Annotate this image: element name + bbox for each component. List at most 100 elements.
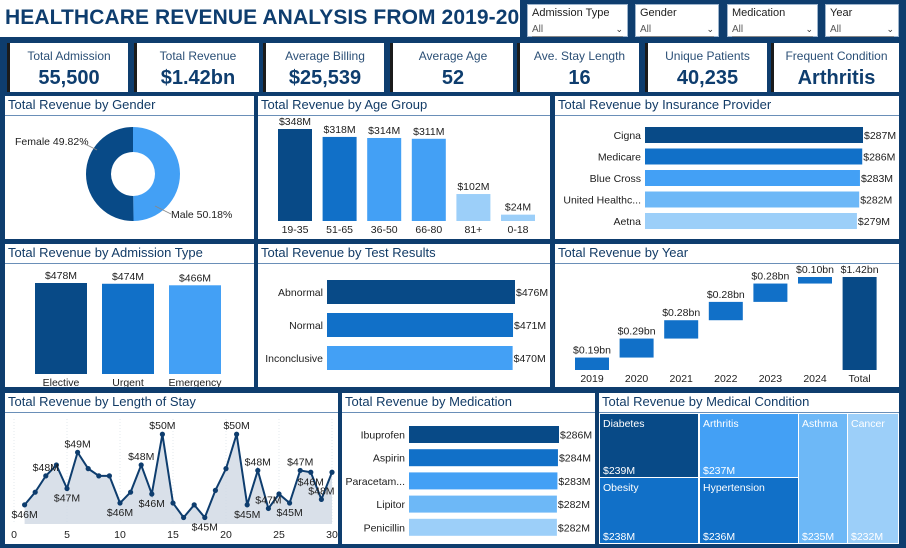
panel-year: Total Revenue by Year $0.19bn 2019 $0.29bn… [555, 244, 899, 387]
x-tick-label: 2023 [759, 373, 783, 385]
data-label: $318M [324, 124, 356, 136]
data-point [96, 473, 102, 479]
x-tick-label: 2021 [670, 373, 694, 385]
chevron-down-icon[interactable]: ⌄ [706, 24, 714, 35]
data-label: $49M [64, 438, 90, 450]
x-tick-label: 25 [273, 529, 285, 541]
gender-donut-chart[interactable]: Female 49.82% Male 50.18% [5, 96, 254, 239]
y-tick-label: Lipitor [376, 499, 405, 511]
bar-penicillin [409, 518, 557, 536]
insurance-bar-chart[interactable]: Cigna $287M Medicare $286M Blue Cross $283M Un… [555, 96, 899, 239]
data-label: $47M [255, 494, 281, 506]
data-label: $471M [514, 320, 546, 332]
data-point [329, 469, 335, 475]
data-label: $282M [558, 522, 590, 534]
tests-bar-chart[interactable]: Abnormal $476M Normal $471M Inconclusive $470… [258, 244, 550, 387]
bar-81- [456, 194, 491, 221]
x-tick-label: 36-50 [371, 224, 398, 236]
data-label: $466M [179, 272, 211, 284]
x-tick-label: 5 [64, 529, 70, 541]
chevron-down-icon[interactable]: ⌄ [886, 24, 894, 35]
data-point [22, 502, 28, 508]
kpi-value: 40,235 [676, 67, 739, 89]
kpi-label: Total Admission [27, 49, 111, 63]
age-bar-chart[interactable]: $348M 19-35 $318M 51-65 $314M 36-50 $311M 66-80… [258, 96, 550, 239]
treemap-label: Asthma [802, 418, 838, 430]
y-tick-label: Penicillin [364, 522, 406, 534]
slicer-year[interactable]: Year All ⌄ [825, 4, 899, 37]
data-label: $279M [858, 216, 890, 228]
bar-ibuprofen [409, 426, 559, 443]
data-point [32, 489, 38, 495]
y-tick-label: Aetna [614, 216, 642, 228]
waterfall-bar-2023 [753, 283, 788, 302]
data-label: $45M [276, 507, 302, 519]
data-point [318, 496, 324, 503]
data-label: $283M [861, 173, 893, 185]
data-label: $478M [45, 270, 77, 282]
condition-treemap[interactable]: Diabetes $239M Obesity $238M Arthritis $237M H… [599, 393, 899, 544]
data-label: $50M [149, 420, 175, 432]
x-tick-label: Urgent [112, 377, 144, 387]
bar-inconclusive [327, 346, 513, 370]
data-label: $46M [11, 509, 37, 521]
data-label: $0.19bn [573, 345, 611, 357]
x-tick-label: 15 [167, 529, 179, 541]
data-label: $102M [457, 181, 489, 193]
medication-bar-chart[interactable]: Ibuprofen $286M Aspirin $284M Paracetam... $2… [342, 393, 595, 544]
y-tick-label: Abnormal [278, 287, 323, 299]
data-point [234, 431, 240, 437]
data-label: $46M [107, 507, 133, 519]
y-tick-label: United Healthc... [563, 195, 641, 207]
data-label: $48M [128, 451, 154, 463]
panel-gender: Total Revenue by Gender Female 49.82% Mal… [5, 96, 254, 239]
bar-abnormal [327, 280, 515, 304]
slicer-value: All [830, 24, 842, 35]
kpi-stay-length: Ave. Stay Length 16 [517, 43, 639, 92]
title-bar: HEALTHCARE REVENUE ANALYSIS FROM 2019-20… [0, 0, 543, 40]
slicer-label: Year [830, 7, 853, 19]
slicer-gender[interactable]: Gender All ⌄ [635, 4, 719, 37]
waterfall-bar-2024 [798, 277, 832, 284]
panel-medication: Total Revenue by Medication Ibuprofen $28… [342, 393, 595, 544]
data-label: $48M [245, 456, 271, 468]
data-point [287, 500, 293, 506]
year-waterfall-chart[interactable]: $0.19bn 2019 $0.29bn 2020 $0.28bn 2021 $0.28bn… [555, 244, 899, 387]
data-label: $311M [413, 126, 444, 138]
data-point [297, 467, 303, 474]
data-label: $24M [505, 202, 531, 214]
slicer-medication[interactable]: Medication All ⌄ [727, 4, 818, 37]
kpi-unique-patients: Unique Patients 40,235 [645, 43, 767, 92]
slicer-value: All [532, 24, 544, 35]
waterfall-bar-2020 [619, 338, 654, 358]
bar-blue-cross [645, 170, 860, 186]
kpi-value: 52 [441, 67, 465, 89]
data-label: $348M [279, 116, 311, 128]
y-tick-label: Ibuprofen [361, 430, 406, 442]
y-tick-label: Blue Cross [590, 173, 641, 185]
admission-bar-chart[interactable]: $478M Elective $474M Urgent $466M Emergency [5, 244, 254, 387]
chevron-down-icon[interactable]: ⌄ [615, 24, 623, 35]
stay-area-chart[interactable]: $46M $48M $47M $49M $46M $48M $46M $50M $45M $50M… [5, 393, 338, 544]
data-label: $1.42bn [841, 264, 879, 276]
bar-0-18 [501, 214, 535, 221]
chevron-down-icon[interactable]: ⌄ [805, 24, 813, 35]
x-tick-label: Emergency [168, 377, 222, 387]
treemap-value: $236M [703, 531, 735, 543]
data-label: $0.28bn [662, 307, 700, 319]
bar-elective [35, 283, 87, 374]
data-point [308, 469, 314, 475]
bar-medicare [645, 148, 863, 165]
kpi-value: Arthritis [797, 67, 876, 89]
data-point [265, 505, 271, 512]
data-label: $47M [287, 456, 313, 468]
panel-length-of-stay: Total Revenue by Length of Stay $46M $48M… [5, 393, 338, 544]
slicer-admission-type[interactable]: Admission Type All ⌄ [527, 4, 628, 37]
x-tick-label: Elective [43, 377, 80, 387]
treemap-value: $238M [603, 531, 635, 543]
waterfall-bar-2021 [664, 320, 699, 339]
x-tick-label: 2022 [714, 373, 738, 385]
data-point [64, 485, 70, 492]
slice-label: Female 49.82% [15, 136, 89, 148]
data-label: $286M [560, 430, 592, 442]
